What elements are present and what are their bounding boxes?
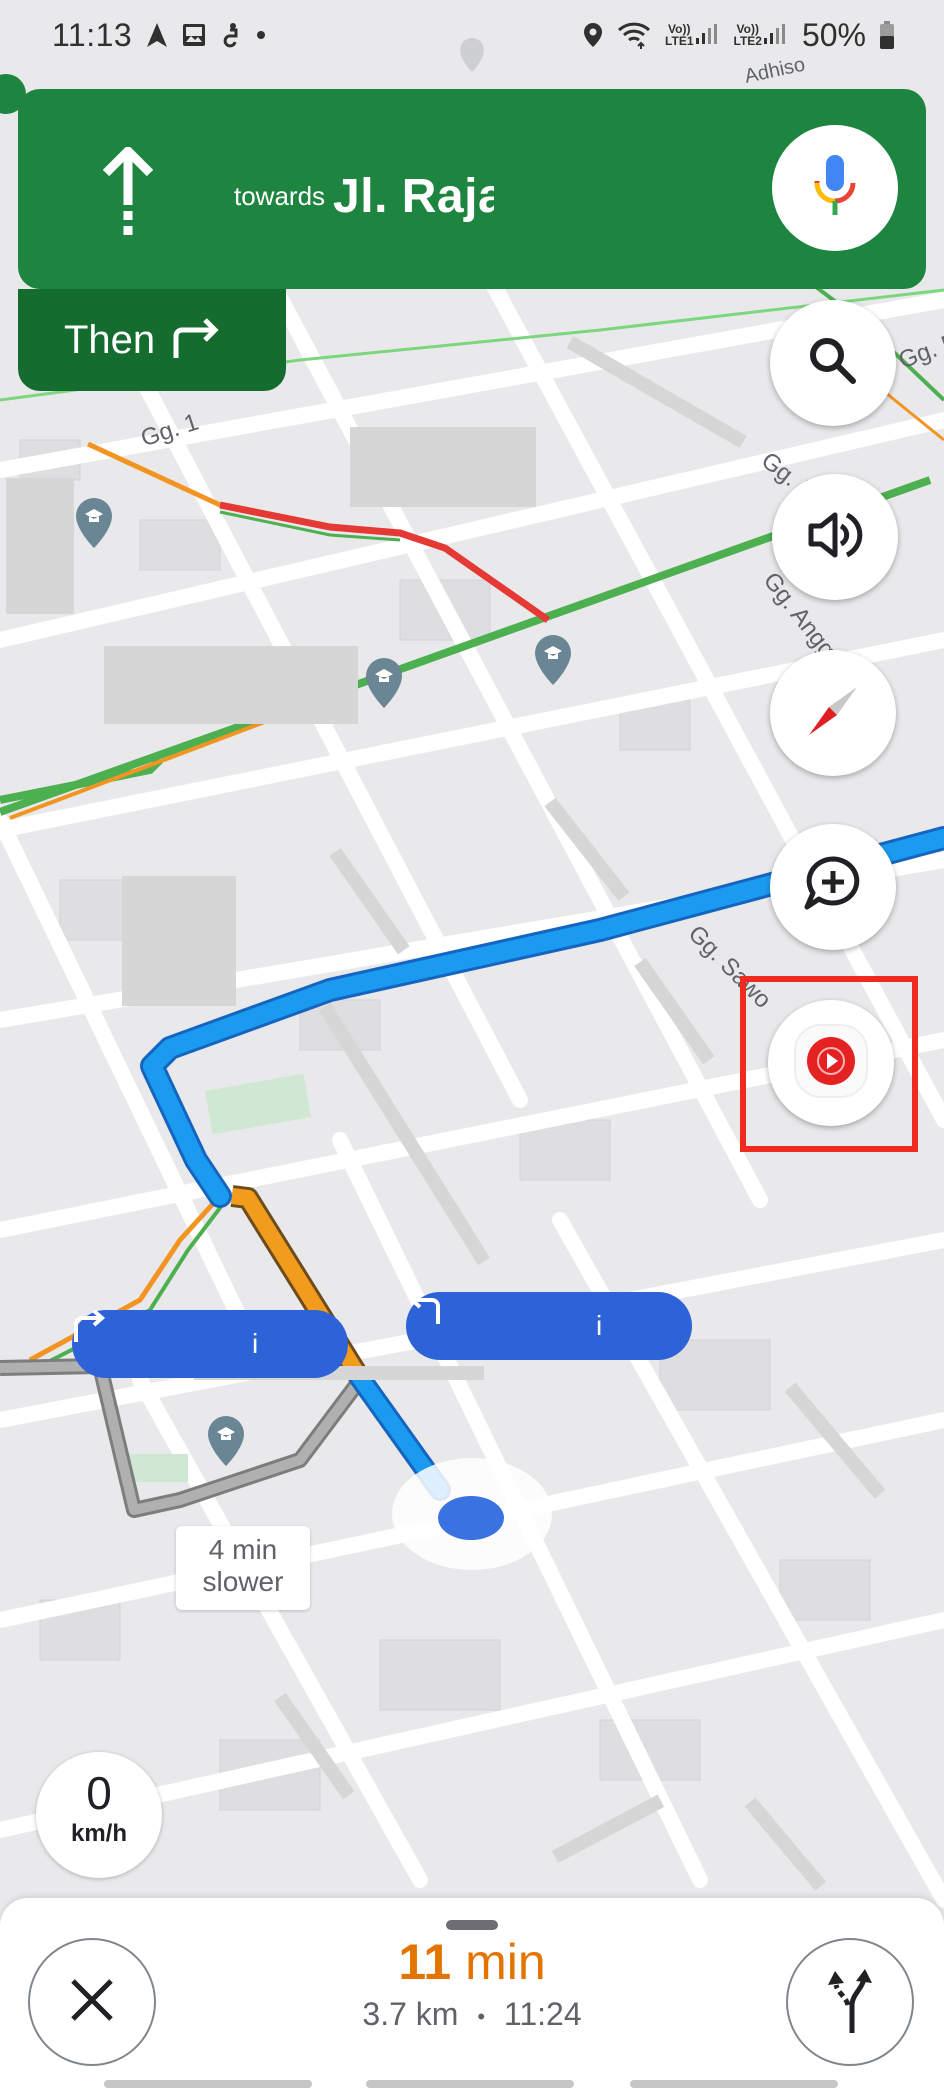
system-nav-bar[interactable]	[630, 2080, 838, 2088]
compass-button[interactable]	[770, 650, 896, 776]
then-label: Then	[64, 317, 156, 362]
next-maneuver-card[interactable]: Then	[18, 289, 286, 391]
speed-value: 0	[86, 1767, 112, 1819]
system-nav-bar[interactable]	[366, 2080, 574, 2088]
school-pin[interactable]	[535, 635, 571, 685]
search-button[interactable]	[770, 300, 896, 426]
alternate-routes-icon	[822, 1965, 878, 2040]
turn-right-icon	[171, 317, 221, 363]
status-bar: 11:13 Vo)) LTE1 Vo)) LTE2 50%	[0, 0, 944, 70]
navigation-icon	[146, 22, 168, 48]
eta-number: 11	[398, 1934, 452, 1990]
voice-search-button[interactable]	[772, 125, 898, 251]
road-name: Jl. Raja	[333, 170, 494, 223]
speaker-icon	[805, 507, 865, 568]
route-callout-left[interactable]: i	[406, 1292, 692, 1360]
school-pin[interactable]	[208, 1416, 244, 1466]
sim1-label: LTE1	[665, 34, 694, 48]
park-area	[128, 1454, 188, 1482]
straight-arrow-icon	[98, 146, 158, 244]
system-nav-bar[interactable]	[104, 2080, 312, 2088]
speedometer: 0 km/h	[36, 1752, 162, 1878]
lte1-signal-icon: Vo)) LTE1	[665, 23, 719, 47]
trip-distance: 3.7 km	[362, 1996, 459, 2032]
alt-route-time: 4 min	[208, 1534, 278, 1565]
accessibility-icon	[220, 22, 242, 48]
sound-button[interactable]	[772, 474, 898, 600]
maps-navigation-screen: Gg. 1 Gg. Ikhlas Gg. Anggrek Gg. Me Gg. …	[0, 0, 944, 2100]
clock: 11:13	[52, 16, 133, 53]
redacted-label	[350, 427, 536, 507]
sim2-label: LTE2	[733, 34, 762, 48]
battery-percent: 50%	[801, 16, 866, 53]
callout-label: i	[252, 1328, 259, 1359]
arrival-time: 11:24	[503, 1996, 582, 2032]
school-pin[interactable]	[76, 498, 112, 548]
drag-handle[interactable]	[446, 1920, 498, 1930]
school-pin[interactable]	[366, 658, 402, 708]
trip-summary-sheet[interactable]: 11 min 3.7 km • 11:24	[0, 1898, 944, 2100]
dot-icon	[256, 30, 266, 40]
compass-icon	[803, 681, 863, 746]
add-report-icon	[801, 853, 865, 922]
alternate-routes-button[interactable]	[786, 1938, 914, 2066]
add-report-button[interactable]	[770, 824, 896, 950]
callout-label: i	[596, 1310, 603, 1341]
speed-unit: km/h	[70, 1820, 127, 1847]
battery-icon	[880, 21, 894, 49]
redacted-label	[104, 646, 358, 724]
alternate-route-tag[interactable]: 4 min slower	[176, 1526, 310, 1610]
alt-route-desc: slower	[202, 1566, 284, 1597]
location-icon	[583, 22, 603, 48]
microphone-icon	[812, 153, 858, 224]
lte2-signal-icon: Vo)) LTE2	[734, 23, 788, 47]
redacted-label	[122, 876, 236, 1006]
towards-label: towards	[234, 181, 326, 211]
gallery-icon	[182, 23, 206, 47]
route-callout-right[interactable]: i	[72, 1310, 348, 1378]
current-location-puck	[438, 1496, 504, 1540]
redacted-label	[6, 478, 74, 614]
park-area	[204, 1073, 312, 1135]
search-icon	[805, 333, 861, 394]
navigation-instruction-card[interactable]: towards Jl. Raja	[18, 89, 926, 289]
eta-unit: min	[465, 1934, 546, 1990]
wifi-icon	[617, 21, 651, 49]
instruction-text: towards Jl. Raja	[234, 169, 494, 224]
separator: •	[477, 2003, 486, 2029]
highlight-annotation-box	[740, 976, 918, 1152]
